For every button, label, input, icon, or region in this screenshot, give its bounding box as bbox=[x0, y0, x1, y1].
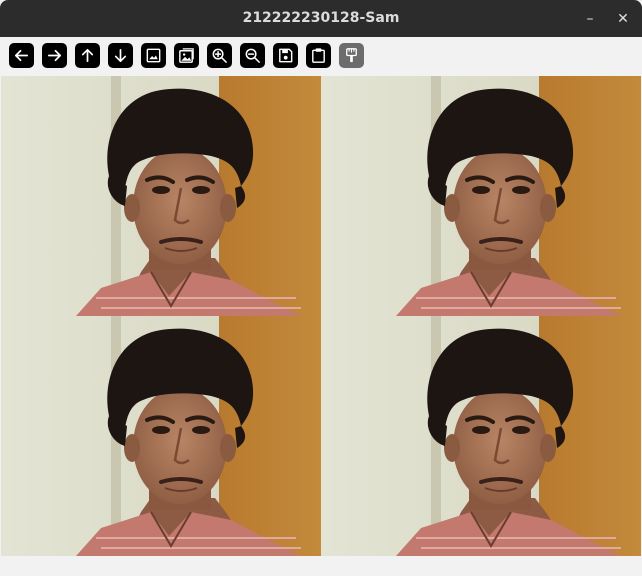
arrow-down-icon bbox=[114, 48, 127, 63]
save-button[interactable] bbox=[273, 43, 298, 68]
person-photo bbox=[1, 316, 321, 556]
up-button[interactable] bbox=[75, 43, 100, 68]
arrow-up-icon bbox=[81, 48, 94, 63]
window-title: 212222230128-Sam bbox=[242, 10, 400, 26]
open-image-button[interactable] bbox=[141, 43, 166, 68]
zoom-in-button[interactable] bbox=[207, 43, 232, 68]
zoom-in-icon bbox=[212, 48, 227, 63]
down-button[interactable] bbox=[108, 43, 133, 68]
arrow-right-icon bbox=[47, 49, 62, 62]
back-button[interactable] bbox=[9, 43, 34, 68]
copy-to-clipboard-button[interactable] bbox=[306, 43, 331, 68]
image-gallery-icon bbox=[179, 48, 194, 63]
status-bar bbox=[0, 557, 642, 576]
person-photo bbox=[1, 76, 321, 316]
edit-button[interactable] bbox=[339, 43, 364, 68]
zoom-out-icon bbox=[245, 48, 260, 63]
image-icon bbox=[146, 48, 161, 63]
minimize-button[interactable]: – bbox=[579, 8, 601, 30]
image-tile[interactable] bbox=[1, 316, 321, 556]
arrow-left-icon bbox=[14, 49, 29, 62]
paint-brush-icon bbox=[346, 48, 357, 63]
gallery-button[interactable] bbox=[174, 43, 199, 68]
clipboard-icon bbox=[312, 48, 325, 63]
person-photo bbox=[321, 76, 641, 316]
close-button[interactable]: ✕ bbox=[612, 8, 634, 30]
zoom-out-button[interactable] bbox=[240, 43, 265, 68]
save-icon bbox=[279, 48, 293, 63]
app-window: 212222230128-Sam – ✕ bbox=[0, 0, 642, 576]
image-tile[interactable] bbox=[1, 76, 321, 316]
image-canvas bbox=[0, 75, 642, 557]
image-tile[interactable] bbox=[321, 316, 641, 556]
person-photo bbox=[321, 316, 641, 556]
forward-button[interactable] bbox=[42, 43, 67, 68]
toolbar bbox=[0, 37, 642, 75]
image-tile[interactable] bbox=[321, 76, 641, 316]
title-bar[interactable]: 212222230128-Sam – ✕ bbox=[0, 0, 642, 37]
